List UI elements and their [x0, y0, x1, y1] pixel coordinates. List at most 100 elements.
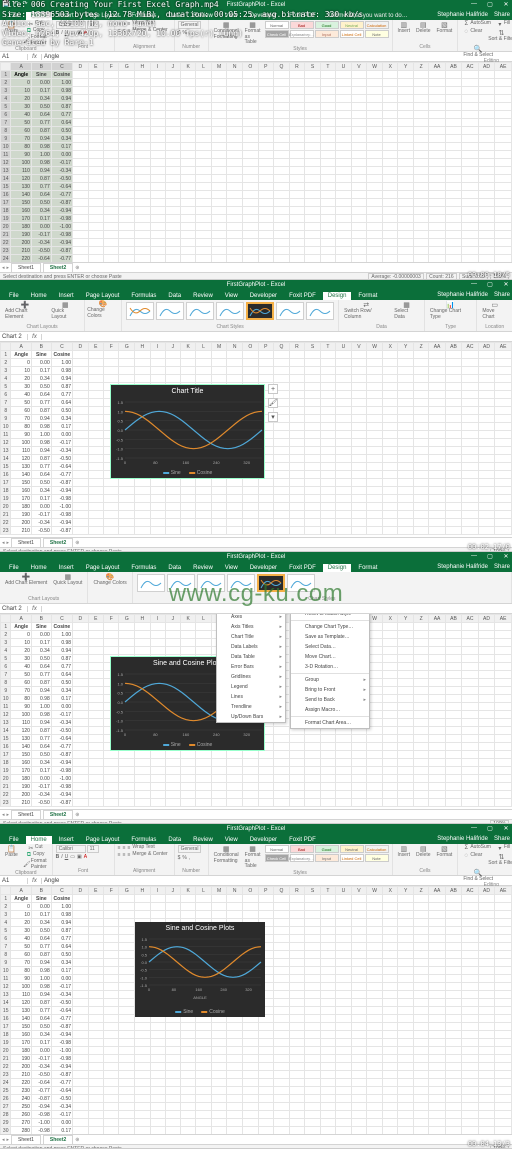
cond-format-button[interactable]: ▦Conditional Formatting [212, 21, 241, 40]
window-buttons[interactable]: —▢✕ [470, 280, 510, 288]
context-item[interactable]: Change Chart Type… [291, 622, 369, 632]
context-item[interactable]: Up/Down Bars [217, 712, 285, 722]
tab-design[interactable]: Design [323, 292, 352, 300]
quick-access-toolbar[interactable]: 💾 ↶ ↷ [2, 0, 28, 7]
sheet-tabs[interactable]: ◂▸ Sheet1 Sheet2 ⊕ [0, 537, 512, 547]
table-format-button[interactable]: ▦Format as Table [243, 21, 263, 46]
align-right-button[interactable]: ≡ [127, 28, 130, 34]
spreadsheet-grid[interactable]: ABCDEFGHIJKLMNOPQRSTUVWXYZAAABACADAE1Ang… [0, 886, 512, 1134]
chart-style-gallery[interactable] [136, 573, 508, 596]
sort-filter-button[interactable]: ⇅Sort & Filter [486, 29, 512, 43]
align-left-button[interactable]: ≡ [118, 28, 121, 34]
new-sheet-button[interactable]: ⊕ [75, 265, 79, 271]
formula-bar[interactable]: Chart 2 fx [0, 332, 512, 342]
name-box[interactable]: A1 [0, 54, 28, 60]
paste-button[interactable]: 📋Paste [3, 21, 20, 35]
align-center-button[interactable]: ≡ [123, 28, 126, 34]
tab-developer[interactable]: Developer [245, 12, 282, 20]
chart-style-thumb[interactable] [126, 302, 154, 320]
context-item[interactable]: Trendline [217, 702, 285, 712]
context-item[interactable]: Assign Macro… [291, 705, 369, 715]
formula-bar[interactable]: A1 fx Angle [0, 52, 512, 62]
user-name[interactable]: Stephanie Halifride [437, 12, 488, 18]
maximize-icon[interactable]: ▢ [486, 0, 494, 8]
percent-button[interactable]: % [182, 30, 186, 36]
context-item[interactable]: Axis Titles [217, 622, 285, 632]
formula-value[interactable]: Angle [42, 54, 512, 60]
chart-brush-icon[interactable]: 🖌 [268, 398, 278, 408]
border-button[interactable]: ▭ [70, 30, 75, 36]
spreadsheet-grid[interactable]: ABCDEFGHIJKLMNOPQRSTUVWXYZAAABACADAE1Ang… [0, 614, 512, 809]
tab-insert[interactable]: Insert [54, 12, 79, 20]
chart-side-buttons[interactable]: + 🖌 ▾ [268, 384, 278, 422]
format-cells-button[interactable]: ▧Format [434, 21, 454, 35]
context-item[interactable]: Select Data… [291, 642, 369, 652]
tab-page-layout[interactable]: Page Layout [81, 12, 125, 20]
font-size-select[interactable]: 11 [87, 21, 99, 29]
cell-style-gallery[interactable]: Normal Bad Good Neutral Calculation Chec… [265, 21, 389, 38]
context-menu-add-element[interactable]: Add Chart Element AxesAxis TitlesChart T… [216, 614, 286, 723]
ribbon-tabs[interactable]: File Home Insert Page Layout Formulas Da… [0, 10, 512, 20]
chart-legend[interactable]: Sine Cosine [163, 470, 213, 476]
chart-style-thumb[interactable] [306, 302, 334, 320]
merge-button[interactable]: Merge & Center [132, 28, 167, 34]
minimize-icon[interactable]: — [470, 280, 478, 288]
save-icon[interactable]: 💾 [2, 0, 9, 7]
context-item[interactable]: Error Bars [217, 662, 285, 672]
tab-data[interactable]: Data [163, 12, 186, 20]
context-item[interactable]: Legend [217, 682, 285, 692]
chart-style-thumb[interactable] [276, 302, 304, 320]
sheet-tabs[interactable]: ◂ ▸ Sheet1 Sheet2 ⊕ [0, 262, 512, 272]
ribbon-tabs[interactable]: File Home Insert Page Layout Formulas Da… [0, 290, 512, 300]
context-item[interactable]: Data Labels [217, 642, 285, 652]
grid-table[interactable]: ABCDEFGHIJKLMNOPQRSTUVWXYZAAABACADAE1Ang… [0, 62, 512, 262]
tab-file[interactable]: File [4, 12, 24, 20]
clear-button[interactable]: ◌Clear [461, 29, 484, 35]
context-item[interactable]: Format Chart Area… [291, 718, 369, 728]
sheet-nav-right[interactable]: ▸ [7, 265, 10, 271]
number-format-select[interactable]: General [178, 21, 202, 29]
spreadsheet-grid[interactable]: ABCDEFGHIJKLMNOPQRSTUVWXYZAAABACADAE1Ang… [0, 62, 512, 262]
tab-format[interactable]: Format [353, 292, 382, 300]
chart-object[interactable]: Chart Title -1.5-1.0-0.50.00.51.01.50801… [110, 384, 265, 479]
context-item[interactable]: 3-D Rotation… [291, 662, 369, 672]
ribbon-tabs[interactable]: FileHomeInsertPage LayoutFormulasDataRev… [0, 562, 512, 572]
comma-button[interactable]: , [189, 30, 190, 36]
align-bot-button[interactable]: ≡ [127, 21, 130, 27]
chart-style-thumb[interactable] [216, 302, 244, 320]
tab-formulas[interactable]: Formulas [126, 12, 161, 20]
context-item[interactable]: Send to Back [291, 695, 369, 705]
autosum-button[interactable]: ΣAutoSum [461, 21, 493, 27]
context-item[interactable]: Gridlines [217, 672, 285, 682]
fx-icon[interactable]: fx [28, 54, 42, 60]
change-colors-button[interactable]: 🎨Change Colors [85, 300, 121, 319]
chart-object[interactable]: Sine and Cosine Plots -1.5-1.0-0.50.00.5… [135, 922, 265, 1017]
insert-cells-button[interactable]: ▥Insert [396, 21, 413, 35]
font-color-button[interactable]: A [84, 30, 87, 36]
format-painter-button[interactable]: 🖌Format Painter [22, 35, 49, 46]
redo-icon[interactable]: ↷ [23, 0, 28, 7]
minimize-icon[interactable]: — [470, 0, 478, 8]
add-chart-element-button[interactable]: ➕Add Chart Element [3, 301, 47, 320]
undo-icon[interactable]: ↶ [13, 0, 18, 7]
tab-home[interactable]: Home [26, 12, 52, 20]
context-item[interactable]: Data Table [217, 652, 285, 662]
context-item[interactable]: Bring to Front [291, 685, 369, 695]
tab-tell-me[interactable]: Tell me what you want to do… [323, 12, 413, 20]
context-menu-main[interactable]: DeleteReset to Match StyleChange Chart T… [290, 614, 370, 729]
tab-review[interactable]: Review [188, 12, 218, 20]
switch-row-col-button[interactable]: ⇄Switch Row/ Column [342, 301, 390, 320]
fx-icon[interactable]: fx [28, 334, 42, 340]
context-item[interactable]: Group [291, 675, 369, 685]
change-chart-type-button[interactable]: 📊Change Chart Type [428, 301, 473, 320]
align-mid-button[interactable]: ≡ [123, 21, 126, 27]
sheet-nav-left[interactable]: ◂ [2, 265, 5, 271]
italic-button[interactable]: I [61, 30, 62, 36]
spreadsheet-grid[interactable]: ABCDEFGHIJKLMNOPQRSTUVWXYZAAABACADAE1Ang… [0, 342, 512, 537]
bold-button[interactable]: B [56, 30, 60, 36]
context-item[interactable]: Save as Template… [291, 632, 369, 642]
cut-button[interactable]: ✂Cut [22, 21, 49, 27]
share-button[interactable]: Share [494, 12, 510, 18]
context-item[interactable]: Lines [217, 692, 285, 702]
context-item[interactable]: Move Chart… [291, 652, 369, 662]
